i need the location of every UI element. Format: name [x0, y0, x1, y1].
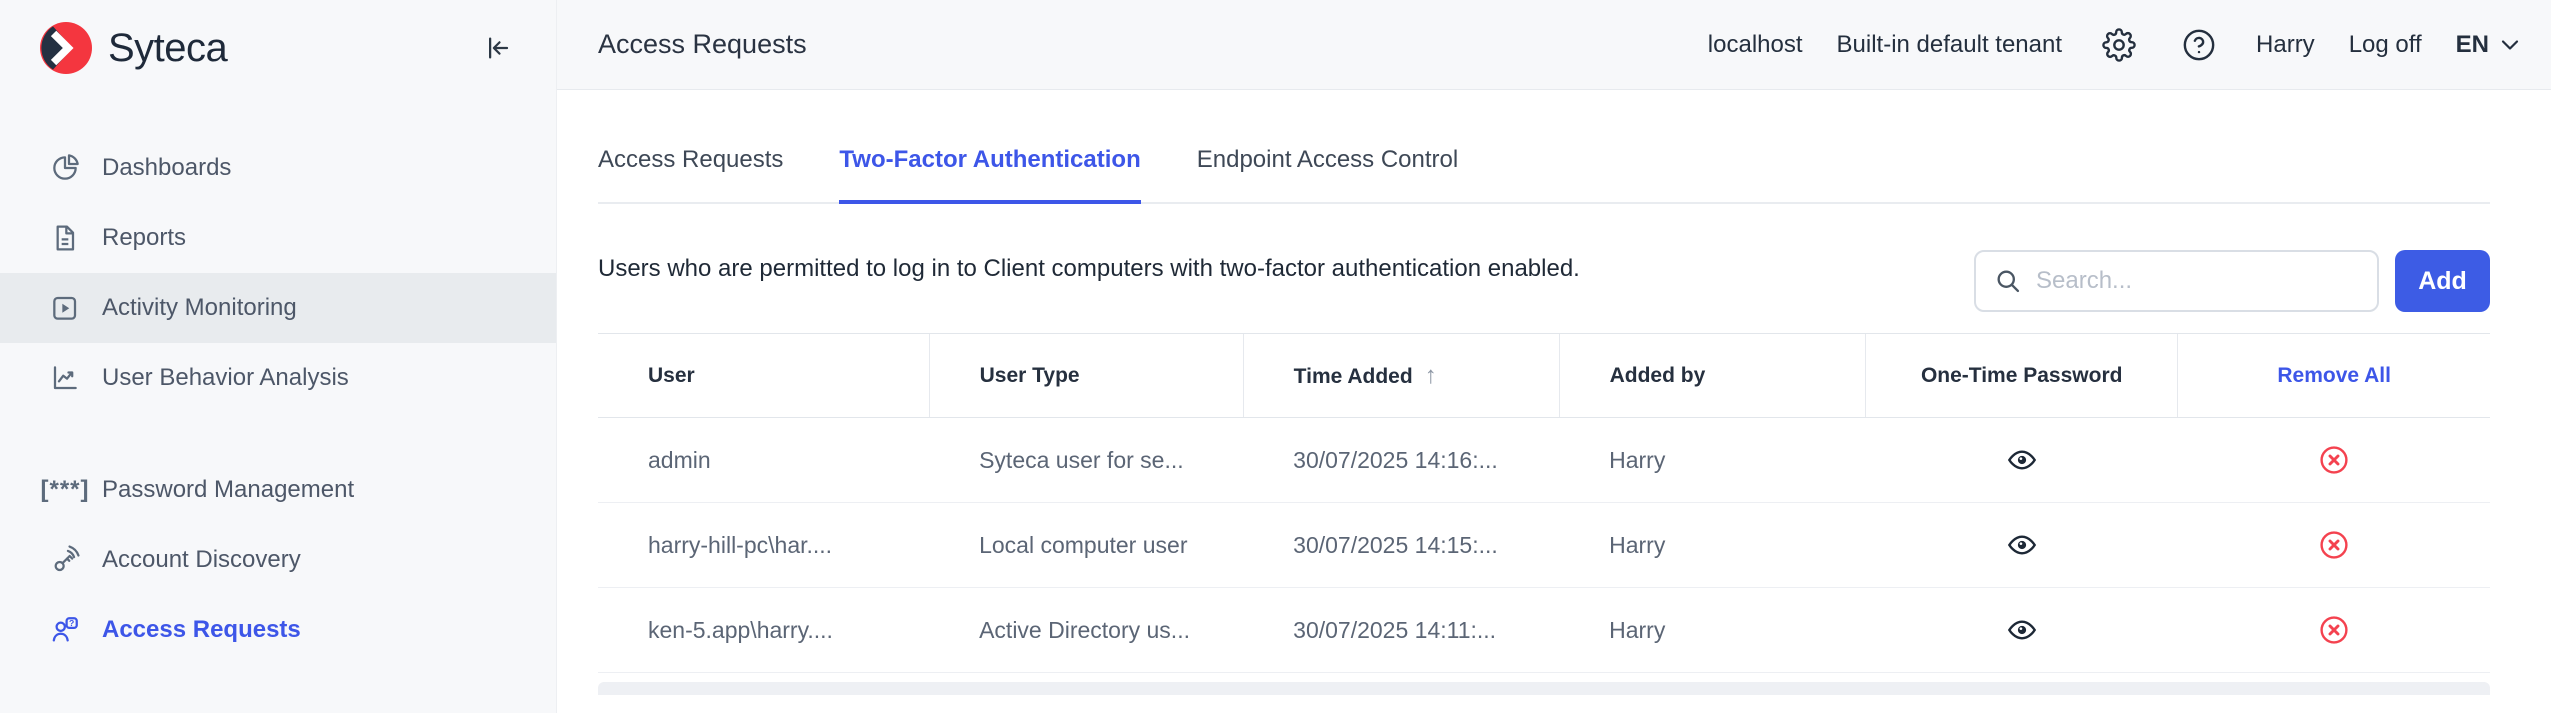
- column-header-user-type: User Type: [929, 334, 1243, 418]
- otp-view-button[interactable]: [2006, 529, 2038, 561]
- user-menu[interactable]: Harry: [2256, 31, 2315, 59]
- key-signal-icon: [48, 543, 82, 577]
- eye-icon: [2006, 614, 2038, 646]
- sidebar-item-access-requests[interactable]: ? Access Requests: [0, 595, 556, 665]
- syteca-logo-icon: [40, 22, 92, 74]
- host-label: localhost: [1708, 31, 1803, 59]
- masked-password-icon: [***]: [48, 473, 82, 507]
- sort-ascending-icon: ↑: [1425, 362, 1437, 389]
- table-row: admin Syteca user for se... 30/07/2025 1…: [598, 418, 2490, 503]
- cell-user-type: Syteca user for se...: [929, 418, 1243, 503]
- otp-view-button[interactable]: [2006, 614, 2038, 646]
- pie-chart-icon: [48, 151, 82, 185]
- cell-user: admin: [598, 418, 929, 503]
- sidebar-item-user-behavior-analysis[interactable]: User Behavior Analysis: [0, 343, 556, 413]
- sidebar-item-label: Activity Monitoring: [102, 294, 297, 322]
- column-header-one-time-password: One-Time Password: [1866, 334, 2178, 418]
- settings-button[interactable]: [2102, 28, 2136, 62]
- cell-user-type: Local computer user: [929, 503, 1243, 588]
- main-area: Access Requests localhost Built-in defau…: [557, 0, 2551, 713]
- chevron-down-icon: [2499, 34, 2521, 56]
- table-header-row: User User Type Time Added↑ Added by One-…: [598, 334, 2490, 418]
- play-square-icon: [48, 291, 82, 325]
- column-header-user: User: [598, 334, 929, 418]
- search-box: [1974, 250, 2379, 312]
- table-row: harry-hill-pc\har.... Local computer use…: [598, 503, 2490, 588]
- gear-icon: [2102, 28, 2136, 62]
- cell-user-type: Active Directory us...: [929, 588, 1243, 673]
- tab-access-requests[interactable]: Access Requests: [598, 146, 783, 202]
- sidebar-item-label: Account Discovery: [102, 546, 301, 574]
- sidebar: Syteca Dashboards Reports: [0, 0, 557, 713]
- description-row: Users who are permitted to log in to Cli…: [598, 248, 2490, 312]
- column-header-added-by: Added by: [1559, 334, 1866, 418]
- page-description: Users who are permitted to log in to Cli…: [598, 248, 1580, 289]
- sidebar-item-account-discovery[interactable]: Account Discovery: [0, 525, 556, 595]
- collapse-left-icon: [482, 33, 512, 63]
- remove-all-link[interactable]: Remove All: [2178, 334, 2490, 418]
- sidebar-collapse-button[interactable]: [482, 33, 512, 63]
- sidebar-nav: Dashboards Reports Activity Monitoring: [0, 96, 556, 665]
- brand-logo: Syteca: [40, 22, 227, 74]
- user-question-icon: ?: [48, 613, 82, 647]
- sidebar-section-gap: [0, 413, 556, 455]
- two-factor-users-table: User User Type Time Added↑ Added by One-…: [598, 333, 2490, 673]
- eye-icon: [2006, 529, 2038, 561]
- cell-user: ken-5.app\harry....: [598, 588, 929, 673]
- cell-time-added: 30/07/2025 14:16:...: [1243, 418, 1559, 503]
- cell-user: harry-hill-pc\har....: [598, 503, 929, 588]
- cell-time-added: 30/07/2025 14:11:...: [1243, 588, 1559, 673]
- search-icon: [1994, 267, 2022, 295]
- tab-bar: Access Requests Two-Factor Authenticatio…: [598, 146, 2490, 204]
- logo-row: Syteca: [0, 0, 556, 96]
- tab-endpoint-access-control[interactable]: Endpoint Access Control: [1197, 146, 1458, 202]
- remove-user-button[interactable]: [2318, 529, 2350, 561]
- tab-two-factor-authentication[interactable]: Two-Factor Authentication: [839, 146, 1140, 204]
- logoff-link[interactable]: Log off: [2349, 31, 2422, 59]
- sidebar-item-password-management[interactable]: [***] Password Management: [0, 455, 556, 525]
- remove-user-button[interactable]: [2318, 444, 2350, 476]
- sidebar-item-reports[interactable]: Reports: [0, 203, 556, 273]
- cell-added-by: Harry: [1559, 418, 1866, 503]
- cell-added-by: Harry: [1559, 503, 1866, 588]
- help-circle-icon: [2182, 28, 2216, 62]
- tenant-selector[interactable]: Built-in default tenant: [1837, 31, 2062, 59]
- line-chart-icon: [48, 361, 82, 395]
- top-bar: Access Requests localhost Built-in defau…: [557, 0, 2551, 90]
- sidebar-item-label: Access Requests: [102, 616, 301, 644]
- sidebar-item-label: Reports: [102, 224, 186, 252]
- search-input[interactable]: [2036, 267, 2359, 295]
- circle-x-icon: [2318, 444, 2350, 476]
- top-bar-right: localhost Built-in default tenant Harry …: [1708, 28, 2521, 62]
- cell-added-by: Harry: [1559, 588, 1866, 673]
- remove-user-button[interactable]: [2318, 614, 2350, 646]
- sidebar-item-activity-monitoring[interactable]: Activity Monitoring: [0, 273, 556, 343]
- add-button[interactable]: Add: [2395, 250, 2490, 312]
- brand-name: Syteca: [108, 26, 227, 71]
- language-label: EN: [2456, 31, 2489, 59]
- cell-time-added: 30/07/2025 14:15:...: [1243, 503, 1559, 588]
- content-area: Access Requests Two-Factor Authenticatio…: [557, 90, 2551, 713]
- sidebar-item-dashboards[interactable]: Dashboards: [0, 133, 556, 203]
- table-controls: Add: [1974, 250, 2490, 312]
- document-icon: [48, 221, 82, 255]
- sidebar-item-label: Dashboards: [102, 154, 231, 182]
- page-title: Access Requests: [598, 29, 807, 60]
- otp-view-button[interactable]: [2006, 444, 2038, 476]
- table-row: ken-5.app\harry.... Active Directory us.…: [598, 588, 2490, 673]
- language-selector[interactable]: EN: [2456, 31, 2521, 59]
- sidebar-item-label: Password Management: [102, 476, 354, 504]
- column-header-time-added[interactable]: Time Added↑: [1243, 334, 1559, 418]
- eye-icon: [2006, 444, 2038, 476]
- svg-text:?: ?: [69, 618, 74, 628]
- circle-x-icon: [2318, 529, 2350, 561]
- pagination-bar-edge: [598, 682, 2490, 695]
- help-button[interactable]: [2182, 28, 2216, 62]
- sidebar-item-label: User Behavior Analysis: [102, 364, 349, 392]
- circle-x-icon: [2318, 614, 2350, 646]
